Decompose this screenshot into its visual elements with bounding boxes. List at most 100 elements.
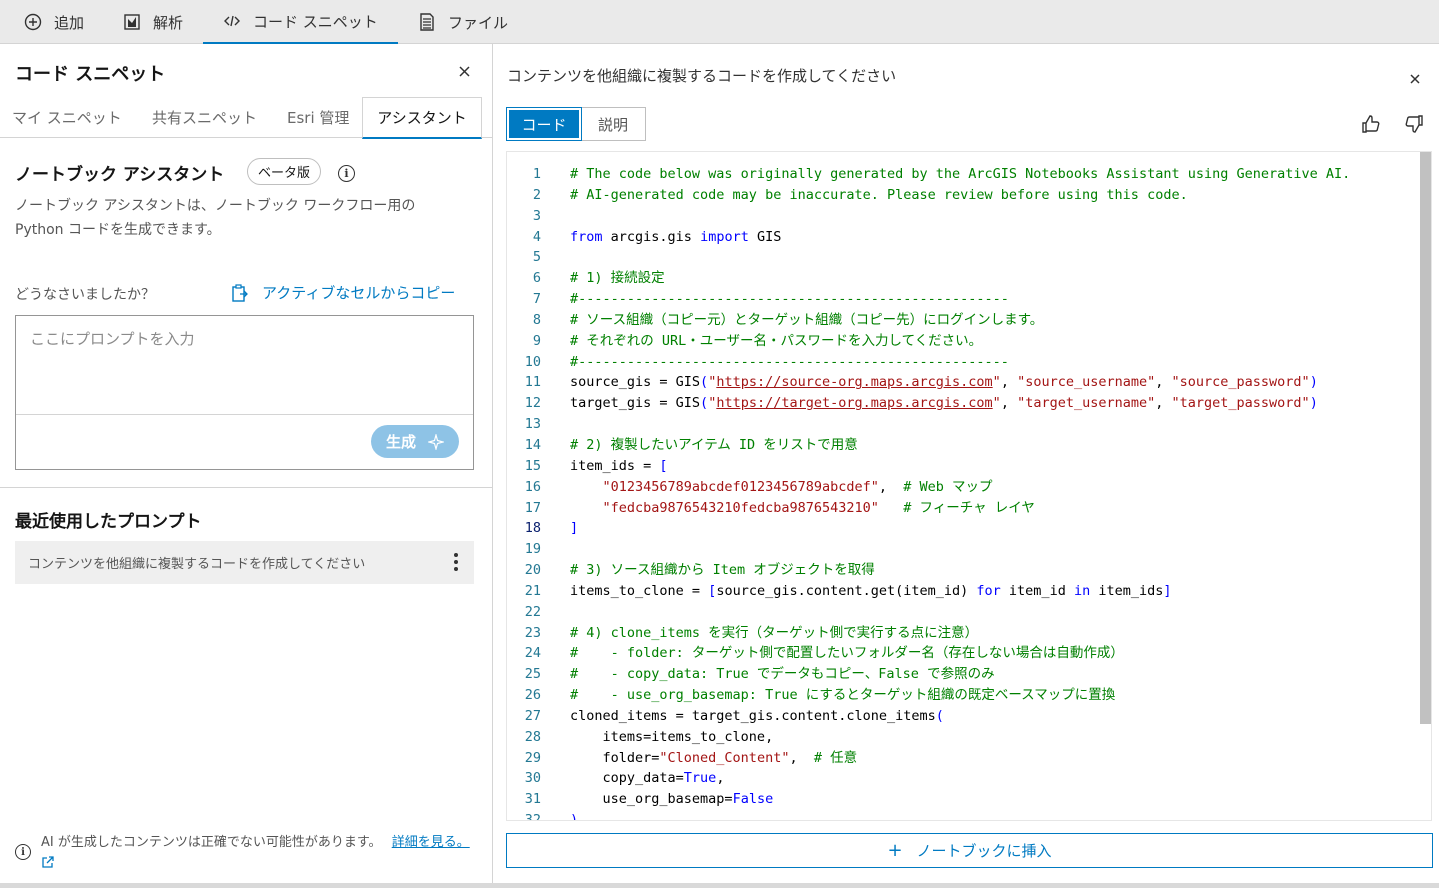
line-number: 19 [524, 541, 541, 558]
line-text: item_ids = [ [570, 456, 668, 477]
code-line: 7 #--------------------------------------… [507, 289, 1417, 310]
code-line: 28 items=items_to_clone, [507, 727, 1417, 748]
code-token: item_ids [1090, 582, 1164, 599]
code-token: cloned_items = target_gis.content.clone_… [570, 707, 936, 724]
code-token: # The code below was originally generate… [570, 166, 1351, 182]
code-line: 11 source_gis = GIS("https://source-org.m… [507, 372, 1417, 393]
beta-badge: ベータ版 [247, 158, 322, 185]
tab-esri-managed[interactable]: Esri 管理 [287, 97, 349, 138]
line-text: # - copy_data: True でデータもコピー、False で参照のみ [570, 664, 995, 685]
recent-prompt-item[interactable]: コンテンツを他組織に複製するコードを作成してください [15, 541, 474, 584]
line-text: "fedcba9876543210fedcba9876543210" # フィー… [570, 498, 1035, 519]
view-toggle: コード 説明 [506, 107, 646, 141]
code-token: , [1155, 374, 1172, 391]
scrollbar-track[interactable] [1418, 152, 1431, 820]
code-token: for [976, 582, 1001, 599]
code-token: " [992, 374, 1001, 391]
line-text: source_gis = GIS("https://source-org.map… [570, 372, 1318, 393]
thumbs-up-icon[interactable] [1361, 114, 1381, 134]
external-link-icon[interactable] [41, 855, 55, 869]
line-number: 13 [524, 416, 541, 433]
line-text: # 4) clone_items を実行（ターゲット側で実行する点に注意） [570, 623, 978, 644]
tab-my-snippets[interactable]: マイ スニペット [12, 97, 122, 138]
line-number: 29 [524, 749, 541, 766]
file-button[interactable]: ファイル [416, 0, 508, 44]
line-text: ) [570, 810, 578, 820]
analysis-button[interactable]: 解析 [121, 0, 183, 44]
disclaimer-info-icon: i [15, 844, 31, 860]
code-token: "target_password" [1171, 395, 1310, 412]
prompt-input[interactable] [16, 316, 473, 415]
code-token: # 4) clone_items を実行（ターゲット側で実行する点に注意） [570, 624, 979, 641]
line-number: 25 [524, 666, 541, 683]
line-number: 23 [524, 624, 541, 641]
line-number: 26 [524, 687, 541, 704]
line-text: items_to_clone = [source_gis.content.get… [570, 581, 1172, 602]
insert-into-notebook-button[interactable]: + ノートブックに挿入 [506, 833, 1433, 868]
scrollbar-thumb[interactable] [1420, 152, 1431, 724]
code-token: # フィーチャ レイヤ [903, 499, 1035, 516]
code-token: # - folder: ターゲット側で配置したいフォルダー名（存在しない場合は自… [570, 645, 1124, 662]
info-icon[interactable]: i [338, 165, 355, 182]
close-panel-icon[interactable] [458, 62, 471, 83]
tab-assistant[interactable]: アシスタント [362, 97, 482, 139]
copy-from-active-cell-link[interactable]: アクティブなセルからコピー [231, 282, 455, 303]
generate-button[interactable]: 生成 [371, 425, 459, 458]
line-text: "0123456789abcdef0123456789abcdef", # We… [570, 477, 993, 498]
line-number: 8 [532, 311, 541, 328]
code-line: 8 # ソース組織（コピー元）とターゲット組織（コピー先）にログインします。 [507, 310, 1417, 331]
tab-explanation[interactable]: 説明 [581, 108, 645, 140]
top-toolbar: 追加 解析 コード スニペット ファイル [0, 0, 1439, 44]
close-detail-icon[interactable] [1409, 69, 1421, 90]
code-token: ) [1309, 395, 1318, 412]
line-text: # 3) ソース組織から Item オブジェクトを取得 [570, 560, 875, 581]
line-number: 28 [524, 728, 541, 745]
code-token: False [732, 791, 774, 808]
line-text: cloned_items = target_gis.content.clone_… [570, 706, 944, 727]
file-icon [416, 11, 438, 33]
code-token: , [1000, 395, 1018, 412]
more-options-icon[interactable] [454, 553, 458, 571]
code-editor[interactable]: 1 # The code below was originally generat… [506, 151, 1432, 821]
code-snippet-label: コード スニペット [253, 12, 378, 31]
tab-shared-snippets[interactable]: 共有スニペット [152, 97, 257, 138]
add-button[interactable]: 追加 [22, 0, 84, 44]
line-text: from arcgis.gis import GIS [570, 227, 781, 248]
assistant-description: ノートブック アシスタントは、ノートブック ワークフロー用の Python コー… [15, 198, 416, 238]
prompt-box: 生成 [15, 315, 474, 470]
line-number: 21 [524, 582, 541, 599]
line-text: # - use_org_basemap: True にするとターゲット組織の既定… [570, 685, 1115, 706]
code-token: https://source-org.maps.arcgis.com [716, 374, 993, 391]
code-token: ( [935, 707, 944, 724]
insert-label: ノートブックに挿入 [916, 842, 1052, 860]
clipboard-icon [231, 283, 248, 302]
line-text: #---------------------------------------… [570, 352, 1009, 373]
line-text: use_org_basemap=False [570, 789, 774, 810]
learn-more-link[interactable]: 詳細を見る。 [392, 835, 470, 850]
code-token: # それぞれの URL・ユーザー名・パスワードを入力してください。 [570, 332, 983, 349]
thumbs-down-icon[interactable] [1404, 114, 1424, 134]
code-token: ) [1309, 374, 1318, 391]
code-token: items=items_to_clone, [570, 728, 774, 745]
tab-code[interactable]: コード [506, 107, 582, 141]
sparkle-icon [428, 433, 444, 450]
code-token: #---------------------------------------… [570, 353, 1009, 370]
code-token: source_gis.content.get(item_id) [716, 582, 977, 599]
disclaimer-text: AI が生成したコンテンツは正確でない可能性があります。 [41, 835, 382, 850]
code-line: 24 # - folder: ターゲット側で配置したいフォルダー名（存在しない場合… [507, 643, 1417, 664]
code-token: " [992, 395, 1001, 412]
code-token: ] [1163, 582, 1172, 599]
code-token: # 3) ソース組織から Item オブジェクトを取得 [570, 562, 875, 579]
line-text: ] [570, 518, 578, 539]
code-snippet-button[interactable]: コード スニペット [203, 0, 398, 44]
code-line: 1 # The code below was originally generat… [507, 164, 1417, 185]
code-token: source_gis = GIS [570, 374, 701, 391]
code-token: use_org_basemap= [570, 791, 733, 808]
code-line: 5 [507, 247, 1417, 268]
code-line: 12 target_gis = GIS("https://target-org.m… [507, 393, 1417, 414]
line-number: 18 [524, 520, 541, 537]
line-number: 2 [532, 186, 541, 203]
code-token: "target_username" [1017, 395, 1156, 412]
line-number: 11 [524, 374, 541, 391]
